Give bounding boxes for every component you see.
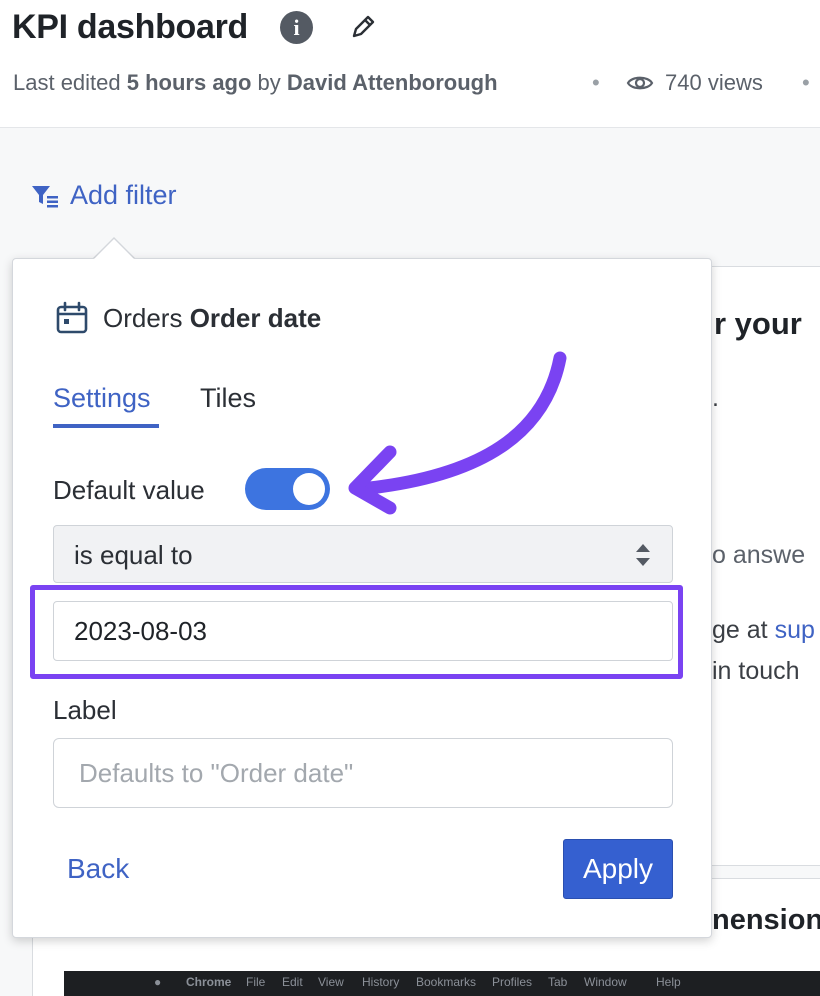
tab-settings[interactable]: Settings [53, 383, 151, 414]
field-name: Order date [189, 302, 322, 333]
info-icon[interactable]: i [280, 11, 313, 44]
view-count: 740 views [665, 70, 763, 95]
annotation-highlight-box [30, 585, 683, 679]
select-arrows-icon [636, 544, 650, 566]
operator-select-value: is equal to [74, 540, 193, 570]
apple-icon: ● [154, 975, 162, 989]
chrome-menu-item: Bookmarks [416, 975, 477, 989]
meta-by: by [251, 70, 287, 95]
apply-button[interactable]: Apply [563, 839, 673, 899]
default-value-toggle[interactable] [245, 468, 330, 510]
chrome-menu-item: History [362, 975, 400, 989]
label-title: Label [53, 695, 117, 725]
filter-field-name: Orders Order date [103, 303, 321, 334]
operator-select[interactable]: is equal to [53, 525, 673, 583]
meta-time: 5 hours ago [126, 70, 252, 95]
tile-text: ge at [712, 616, 775, 644]
filter-field-header: Orders Order date [55, 301, 321, 335]
meta-separator: • [802, 70, 810, 95]
meta-prefix: Last edited [13, 70, 127, 95]
field-table: Orders [103, 302, 183, 333]
support-link[interactable]: sup [775, 616, 815, 644]
tab-tiles[interactable]: Tiles [200, 383, 256, 414]
annotation-arrow [348, 351, 567, 515]
tile-heading-fragment: r your [714, 306, 802, 341]
tile-text-fragment: o answe [712, 541, 806, 569]
popover-caret-fill [94, 239, 134, 259]
last-edited-meta: Last edited 5 hours ago by David Attenbo… [13, 70, 498, 96]
chrome-menu-item: Edit [282, 975, 303, 989]
chrome-menu-item: Window [584, 975, 627, 989]
active-tab-indicator [53, 424, 159, 428]
chrome-menu-item: Profiles [492, 975, 533, 989]
meta-author[interactable]: David Attenborough [287, 70, 498, 95]
embedded-screenshot-bar: ● Chrome File Edit View History Bookmark… [64, 971, 820, 996]
back-button[interactable]: Back [67, 853, 129, 885]
tile-heading-fragment: nension [712, 904, 820, 936]
dashboard-header: KPI dashboard i Last edited 5 hours ago … [0, 0, 820, 128]
page-title: KPI dashboard [12, 8, 249, 46]
tile-text-fragment: . [712, 384, 719, 412]
add-filter-label: Add filter [70, 180, 177, 210]
chrome-menu-item: Help [656, 975, 681, 989]
filter-icon [32, 185, 58, 207]
chrome-menu-item: View [318, 975, 344, 989]
pencil-icon[interactable] [348, 12, 378, 42]
meta-separator: • [592, 70, 600, 95]
tile-text-fragment: ge at sup [712, 616, 815, 645]
calendar-icon [56, 301, 88, 334]
label-input[interactable] [53, 738, 673, 808]
eye-icon [626, 76, 654, 90]
default-value-label: Default value [53, 475, 205, 505]
chrome-menu-item: Chrome [186, 975, 232, 989]
chrome-menu-item: Tab [548, 975, 568, 989]
chrome-menu-item: File [246, 975, 266, 989]
add-filter-button[interactable]: Add filter [30, 180, 177, 211]
toggle-knob [293, 473, 325, 505]
tile-text-fragment: in touch [712, 657, 800, 685]
